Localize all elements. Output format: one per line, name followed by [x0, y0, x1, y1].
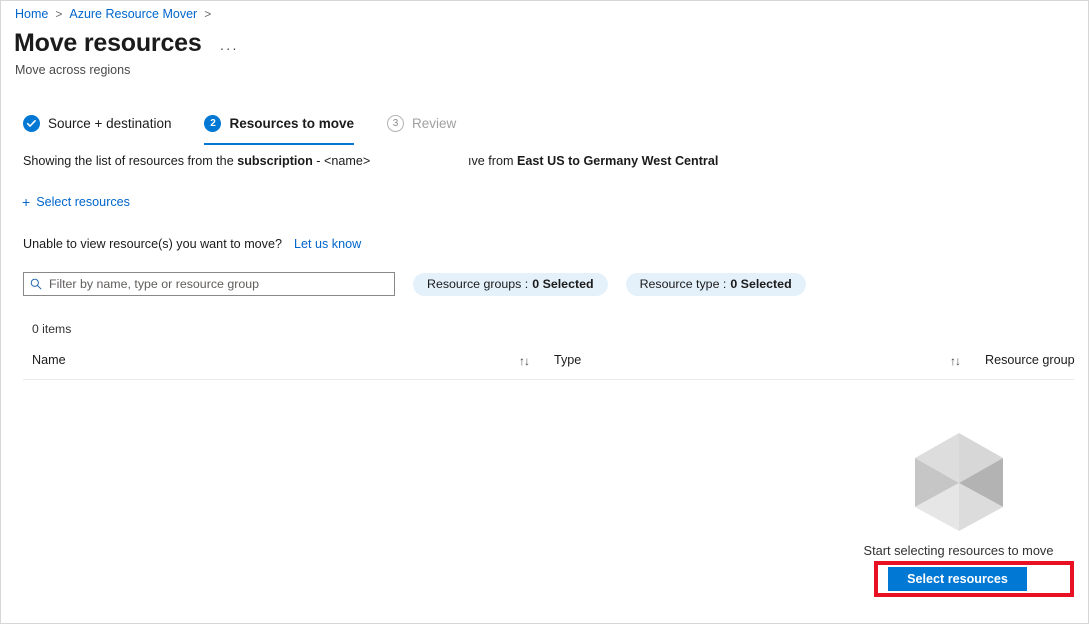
step-label-resources-to-move: Resources to move [229, 116, 355, 131]
filter-pill-resource-groups-label: Resource groups : [427, 277, 529, 291]
sort-icon-type[interactable]: ↑↓ [950, 354, 961, 368]
step-active-underline [204, 143, 355, 145]
select-resources-command-label: Select resources [36, 195, 130, 209]
step-source-destination[interactable]: Source + destination [23, 111, 171, 145]
check-circle-icon [23, 115, 40, 132]
let-us-know-link[interactable]: Let us know [294, 237, 361, 251]
select-resources-command-link[interactable]: + Select resources [22, 195, 130, 209]
empty-state-message: Start selecting resources to move [863, 543, 1054, 558]
more-options-icon[interactable]: ··· [220, 41, 239, 55]
filter-pill-resource-groups-value: 0 Selected [532, 277, 594, 291]
column-header-type[interactable]: Type [554, 353, 581, 367]
search-icon [30, 278, 42, 290]
breadcrumb-item-azure-resource-mover[interactable]: Azure Resource Mover [69, 7, 197, 21]
resources-table-header: Name ↑↓ Type ↑↓ Resource group [23, 353, 1075, 380]
page-title: Move resources [14, 29, 202, 57]
filter-search-box[interactable] [23, 272, 395, 296]
description-subscription-bold: subscription [237, 154, 313, 168]
step-label-review: Review [412, 116, 457, 131]
select-resources-button[interactable]: Select resources [888, 567, 1027, 591]
description-regions: ıve from East US to Germany West Central [468, 154, 718, 168]
empty-state: Start selecting resources to move [841, 431, 1076, 558]
step-review[interactable]: 3 Review [387, 111, 456, 145]
description-regions-bold: East US to Germany West Central [517, 154, 719, 168]
step-resources-to-move[interactable]: 2 Resources to move [204, 111, 355, 145]
description-subscription-name: - <name> [312, 154, 371, 168]
breadcrumb: Home > Azure Resource Mover > [15, 4, 218, 24]
help-row: Unable to view resource(s) you want to m… [23, 237, 361, 251]
step-number-badge-2: 2 [204, 115, 222, 132]
description-subscription: Showing the list of resources from the s… [23, 154, 370, 168]
item-count: 0 items [32, 322, 72, 336]
breadcrumb-separator-icon: > [55, 7, 63, 21]
move-resources-page: Home > Azure Resource Mover > Move resou… [0, 0, 1089, 624]
filter-pill-resource-groups[interactable]: Resource groups : 0 Selected [413, 272, 608, 296]
sort-icon-name[interactable]: ↑↓ [519, 354, 530, 368]
search-input[interactable] [49, 277, 379, 291]
column-header-resource-group[interactable]: Resource group [985, 353, 1075, 367]
page-subtitle: Move across regions [15, 63, 131, 77]
wizard-steps: Source + destination 2 Resources to move… [23, 111, 456, 145]
step-number-badge-3: 3 [387, 115, 405, 132]
description-move-from: ıve from [468, 154, 517, 168]
filter-row: Resource groups : 0 Selected Resource ty… [23, 272, 806, 296]
column-header-name[interactable]: Name [32, 353, 66, 367]
help-question: Unable to view resource(s) you want to m… [23, 237, 282, 251]
filter-pill-resource-type[interactable]: Resource type : 0 Selected [625, 272, 806, 296]
step-label-source-destination: Source + destination [48, 116, 172, 131]
plus-icon: + [22, 194, 31, 210]
title-row: Move resources ··· [14, 28, 238, 58]
filter-pill-resource-type-value: 0 Selected [730, 277, 792, 291]
description-prefix: Showing the list of resources from the [23, 154, 238, 168]
breadcrumb-separator-icon-2: > [204, 7, 212, 21]
filter-pill-resource-type-label: Resource type : [639, 277, 727, 291]
breadcrumb-item-home[interactable]: Home [15, 7, 48, 21]
cube-icon [914, 433, 1003, 531]
